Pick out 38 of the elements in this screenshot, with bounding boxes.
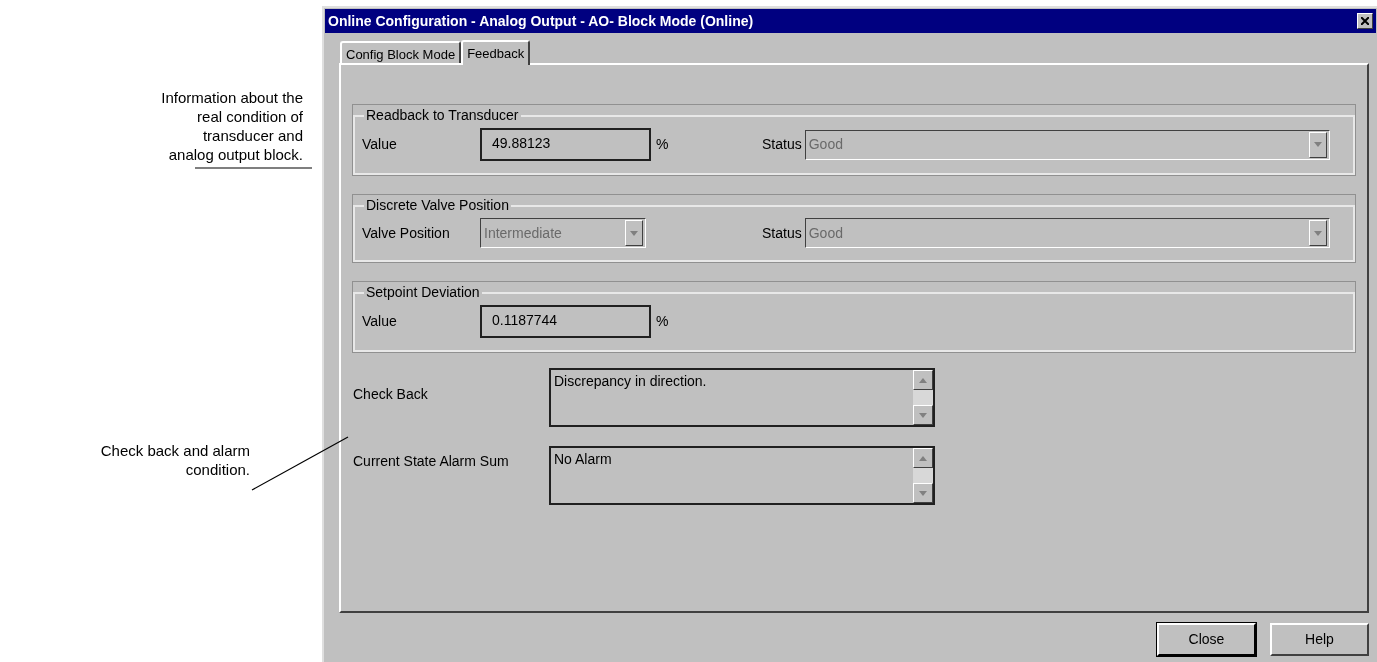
field-label: Valve Position: [362, 223, 451, 243]
close-icon: [1361, 17, 1369, 25]
down-arrow-icon: [919, 412, 927, 418]
caret-icon: [1314, 142, 1322, 147]
annotation-text: Information about the real condition of transducer and analog output block.: [160, 88, 303, 164]
field-label: Check Back: [353, 385, 429, 404]
text-area[interactable]: Discrepancy in direction.: [549, 368, 935, 427]
down-arrow-icon: [919, 490, 927, 496]
group-title: Discrete Valve Position: [365, 196, 510, 215]
scroll-down-button[interactable]: [913, 483, 933, 503]
dialog-button[interactable]: Help: [1270, 623, 1369, 656]
value-field[interactable]: 0.1187744: [480, 305, 651, 338]
scroll-up-button[interactable]: [913, 370, 933, 390]
caret-icon: [1314, 230, 1322, 236]
tab[interactable]: Feedback: [461, 40, 531, 65]
value-field[interactable]: 49.88123: [480, 128, 651, 161]
scroll-up-button[interactable]: [913, 448, 933, 468]
scroll-down-button[interactable]: [913, 405, 933, 425]
field-label: Value: [362, 135, 398, 154]
text-area[interactable]: No Alarm: [549, 446, 935, 505]
unit-label: %: [656, 135, 669, 154]
group-title: Readback to Transducer: [365, 106, 520, 125]
tab[interactable]: Config Block Mode: [340, 41, 462, 63]
field-label: Value: [362, 312, 398, 331]
field-label: Status: [762, 135, 802, 154]
field-label: Current State Alarm Sum: [353, 452, 510, 471]
up-arrow-icon: [919, 455, 927, 461]
group-title: Setpoint Deviation: [365, 283, 481, 302]
window-title: Online Configuration - Analog Output - AO- Block Mode (Online): [328, 11, 754, 31]
annotation-text: Check back and alarm condition.: [99, 441, 250, 479]
close-button[interactable]: [1357, 13, 1373, 29]
up-arrow-icon: [919, 377, 927, 383]
field-label: Status: [762, 223, 802, 243]
dialog-button[interactable]: Close: [1157, 623, 1256, 656]
scrollbar[interactable]: [913, 370, 933, 425]
scrollbar[interactable]: [913, 448, 933, 503]
caret-icon: [630, 230, 638, 236]
unit-label: %: [656, 312, 669, 331]
